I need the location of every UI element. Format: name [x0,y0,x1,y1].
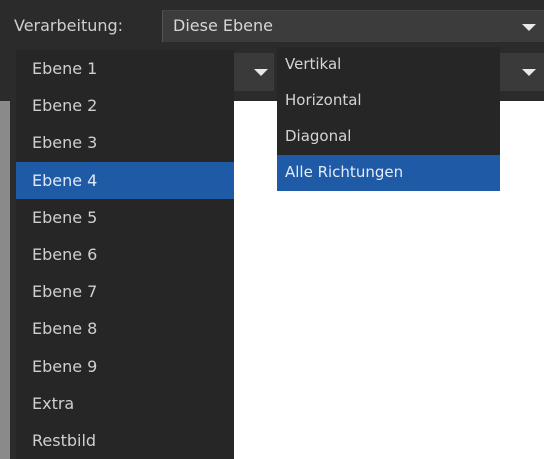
layer-option-5[interactable]: Ebene 5 [16,199,234,236]
layer-option-9[interactable]: Ebene 9 [16,348,234,385]
direction-option-diagonal[interactable]: Diagonal [277,119,500,155]
processing-label: Verarbeitung: [14,16,124,35]
chevron-down-icon [522,69,536,76]
direction-option-alle-richtungen[interactable]: Alle Richtungen [277,155,500,191]
chevron-down-icon [522,24,536,31]
chevron-down-icon [254,69,268,76]
layer-option-7[interactable]: Ebene 7 [16,273,234,310]
layer-option-1[interactable]: Ebene 1 [16,50,234,87]
direction-select[interactable] [500,53,544,91]
layer-option-8[interactable]: Ebene 8 [16,310,234,347]
layer-dropdown-list: Ebene 1 Ebene 2 Ebene 3 Ebene 4 Ebene 5 … [16,50,234,459]
layer-option-extra[interactable]: Extra [16,385,234,422]
direction-option-vertikal[interactable]: Vertikal [277,47,500,83]
layer-option-4[interactable]: Ebene 4 [16,161,234,199]
processing-select[interactable]: Diese Ebene [162,10,544,42]
direction-dropdown-list: Vertikal Horizontal Diagonal Alle Richtu… [277,47,500,191]
processing-toolbar: Verarbeitung: Diese Ebene [0,0,544,47]
layer-option-restbild[interactable]: Restbild [16,422,234,459]
layer-option-2[interactable]: Ebene 2 [16,87,234,124]
app-window: Verarbeitung: Diese Ebene Ebene 1 Ebene … [0,0,544,459]
processing-select-value: Diese Ebene [173,16,273,35]
background-edge [0,101,10,459]
layer-option-3[interactable]: Ebene 3 [16,124,234,161]
layer-option-6[interactable]: Ebene 6 [16,236,234,273]
direction-option-horizontal[interactable]: Horizontal [277,83,500,119]
